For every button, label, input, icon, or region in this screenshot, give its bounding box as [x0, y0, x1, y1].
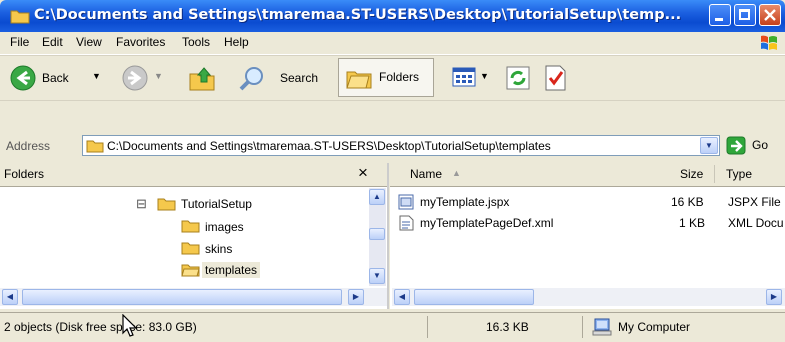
toolbar: Back ▼ ▼ Search Folders ▼ — [0, 55, 785, 101]
tree-item-templates[interactable]: templates — [202, 262, 261, 278]
scroll-right-icon[interactable]: ▶ — [766, 289, 782, 305]
address-dropdown-button[interactable]: ▼ — [700, 137, 718, 154]
menu-favorites[interactable]: Favorites — [116, 35, 165, 49]
minimize-button[interactable] — [709, 4, 731, 26]
jspx-file-icon — [398, 194, 414, 210]
folder-icon — [157, 198, 176, 211]
go-label: Go — [752, 138, 769, 152]
column-name[interactable]: Name — [410, 167, 442, 181]
menu-view[interactable]: View — [76, 35, 102, 49]
back-label: Back — [42, 71, 69, 85]
folders-vertical-scrollbar[interactable]: ▲ ▼ — [369, 188, 386, 286]
folder-icon — [10, 10, 30, 24]
folders-pane-title: Folders — [4, 167, 45, 181]
status-objects: 2 objects (Disk free space: 83.0 GB) — [4, 320, 197, 334]
maximize-icon — [739, 9, 750, 20]
search-button[interactable]: Search — [232, 60, 330, 96]
table-row[interactable]: myTemplatePageDef.xml 1 KB XML Docu — [398, 214, 785, 232]
file-size: 1 KB — [679, 216, 706, 230]
files-column-header: Name ▲ Size Type — [390, 163, 785, 187]
folders-toggle-button[interactable]: Folders — [338, 58, 434, 97]
column-size[interactable]: Size — [680, 167, 703, 181]
file-name: myTemplate.jspx — [420, 195, 510, 209]
folder-open-icon — [181, 264, 200, 277]
window-title: C:\Documents and Settings\tmaremaa.ST-US… — [34, 7, 682, 23]
back-button[interactable]: Back ▼ — [6, 60, 114, 96]
forward-dropdown-icon[interactable]: ▼ — [154, 71, 163, 81]
menu-help[interactable]: Help — [224, 35, 249, 49]
menu-file[interactable]: File — [10, 35, 29, 49]
windows-logo-icon — [761, 35, 777, 50]
status-divider — [582, 316, 583, 338]
scroll-thumb[interactable] — [369, 228, 385, 240]
search-icon — [239, 67, 263, 91]
file-size: 16 KB — [671, 195, 704, 209]
back-arrow-icon — [10, 65, 36, 91]
maximize-button[interactable] — [734, 4, 756, 26]
address-label: Address — [6, 139, 51, 153]
properties-icon[interactable] — [542, 64, 568, 92]
folders-horizontal-scrollbar[interactable]: ◀ ▶ — [0, 288, 387, 306]
views-dropdown-icon[interactable]: ▼ — [480, 71, 489, 81]
folders-label: Folders — [379, 70, 420, 84]
folder-icon — [181, 242, 200, 255]
tree-item-tutorialsetup[interactable]: TutorialSetup — [181, 197, 252, 211]
views-icon — [452, 67, 476, 87]
go-button[interactable]: Go — [726, 135, 782, 156]
column-type[interactable]: Type — [726, 167, 752, 181]
column-divider — [714, 165, 715, 183]
file-type: JSPX File — [728, 195, 781, 209]
menu-tools[interactable]: Tools — [182, 35, 210, 49]
file-type: XML Docu — [728, 216, 784, 230]
forward-arrow-icon — [122, 65, 148, 91]
table-row[interactable]: myTemplate.jspx 16 KB JSPX File — [398, 193, 785, 211]
folders-icon — [346, 71, 372, 89]
tree-collapse-icon[interactable]: ⊟ — [136, 196, 147, 212]
forward-button[interactable]: ▼ — [120, 60, 170, 96]
scroll-left-icon[interactable]: ◀ — [394, 289, 410, 305]
scroll-up-icon[interactable]: ▲ — [369, 189, 385, 205]
search-label: Search — [280, 71, 319, 85]
sort-ascending-icon: ▲ — [452, 168, 461, 178]
folders-pane-close-icon[interactable]: × — [358, 163, 368, 183]
scroll-left-icon[interactable]: ◀ — [2, 289, 18, 305]
views-button[interactable]: ▼ — [446, 62, 490, 94]
close-icon — [764, 9, 776, 21]
close-button[interactable] — [759, 4, 781, 26]
scroll-right-icon[interactable]: ▶ — [348, 289, 364, 305]
address-value: C:\Documents and Settings\tmaremaa.ST-US… — [107, 139, 551, 153]
status-location: My Computer — [618, 320, 691, 334]
tree-item-skins[interactable]: skins — [205, 242, 232, 256]
status-size: 16.3 KB — [486, 320, 529, 334]
back-dropdown-icon[interactable]: ▼ — [92, 71, 101, 81]
go-arrow-icon — [726, 136, 746, 155]
folder-icon — [181, 220, 200, 233]
scroll-thumb[interactable] — [22, 289, 342, 305]
xml-file-icon — [399, 215, 414, 231]
address-input[interactable]: C:\Documents and Settings\tmaremaa.ST-US… — [82, 135, 720, 156]
status-divider — [427, 316, 428, 338]
folders-pane-header: Folders × — [0, 163, 387, 187]
folder-icon — [86, 140, 104, 153]
mouse-cursor-icon — [122, 314, 138, 337]
menu-bar: File Edit View Favorites Tools Help — [0, 32, 785, 55]
my-computer-icon — [592, 318, 612, 336]
menu-edit[interactable]: Edit — [42, 35, 63, 49]
scroll-thumb[interactable] — [414, 289, 534, 305]
minimize-icon — [715, 18, 723, 21]
scroll-down-icon[interactable]: ▼ — [369, 268, 385, 284]
status-bar: 2 objects (Disk free space: 83.0 GB) 16.… — [0, 312, 785, 342]
file-name: myTemplatePageDef.xml — [420, 216, 554, 230]
refresh-icon[interactable] — [506, 66, 530, 90]
files-horizontal-scrollbar[interactable]: ◀ ▶ — [392, 288, 785, 306]
tree-item-images[interactable]: images — [205, 220, 244, 234]
title-bar[interactable]: C:\Documents and Settings\tmaremaa.ST-US… — [0, 0, 785, 32]
up-folder-icon[interactable] — [188, 64, 218, 92]
